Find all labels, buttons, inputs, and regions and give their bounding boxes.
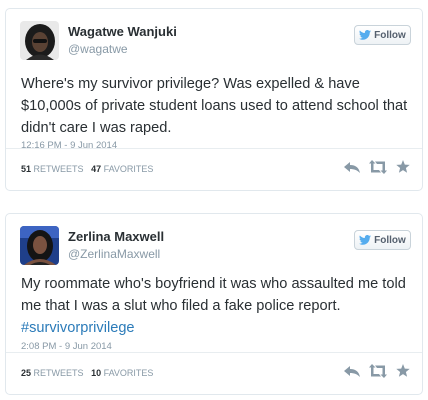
- tweet-timestamp[interactable]: 2:08 PM - 9 Jun 2014: [21, 341, 112, 352]
- follow-label: Follow: [374, 29, 406, 41]
- reply-icon[interactable]: [344, 160, 360, 174]
- author-name[interactable]: Zerlina Maxwell: [68, 229, 164, 244]
- author-handle[interactable]: @wagatwe: [68, 42, 128, 56]
- avatar[interactable]: [20, 226, 59, 265]
- star-icon[interactable]: [396, 364, 410, 378]
- favorite-label: FAVORITES: [103, 368, 154, 378]
- tweet-stats: 25 RETWEETS 10 FAVORITES: [21, 368, 153, 378]
- retweet-label: RETWEETS: [33, 368, 84, 378]
- tweet-text: My roommate who's boyfriend it was who a…: [21, 273, 417, 339]
- tweet-footer: 51 RETWEETS 47 FAVORITES: [6, 148, 422, 190]
- follow-button[interactable]: Follow: [354, 230, 411, 250]
- tweet-body: Where's my survivor privilege? Was expel…: [21, 76, 408, 136]
- avatar[interactable]: [20, 21, 59, 60]
- follow-label: Follow: [374, 234, 406, 246]
- retweet-label: RETWEETS: [33, 164, 84, 174]
- favorite-count[interactable]: 47: [91, 164, 101, 174]
- retweet-count[interactable]: 51: [21, 164, 31, 174]
- twitter-bird-icon: [359, 30, 372, 40]
- tweet-stats: 51 RETWEETS 47 FAVORITES: [21, 164, 153, 174]
- twitter-bird-icon: [359, 235, 372, 245]
- tweet-actions: [344, 160, 410, 174]
- tweet-text: Where's my survivor privilege? Was expel…: [21, 73, 417, 139]
- retweet-icon[interactable]: [369, 364, 387, 378]
- retweet-count[interactable]: 25: [21, 368, 31, 378]
- author-name[interactable]: Wagatwe Wanjuki: [68, 24, 177, 39]
- retweet-icon[interactable]: [369, 160, 387, 174]
- favorite-count[interactable]: 10: [91, 368, 101, 378]
- tweet-actions: [344, 364, 410, 378]
- tweet-footer: 25 RETWEETS 10 FAVORITES: [6, 352, 422, 394]
- star-icon[interactable]: [396, 160, 410, 174]
- tweet-card: Wagatwe Wanjuki @wagatwe Follow Where's …: [5, 8, 423, 191]
- hashtag-link[interactable]: #survivorprivilege: [21, 320, 135, 336]
- favorite-label: FAVORITES: [103, 164, 154, 174]
- tweet-body: My roommate who's boyfriend it was who a…: [21, 276, 406, 314]
- reply-icon[interactable]: [344, 364, 360, 378]
- follow-button[interactable]: Follow: [354, 25, 411, 45]
- tweet-card: Zerlina Maxwell @ZerlinaMaxwell Follow M…: [5, 213, 423, 395]
- author-handle[interactable]: @ZerlinaMaxwell: [68, 247, 160, 261]
